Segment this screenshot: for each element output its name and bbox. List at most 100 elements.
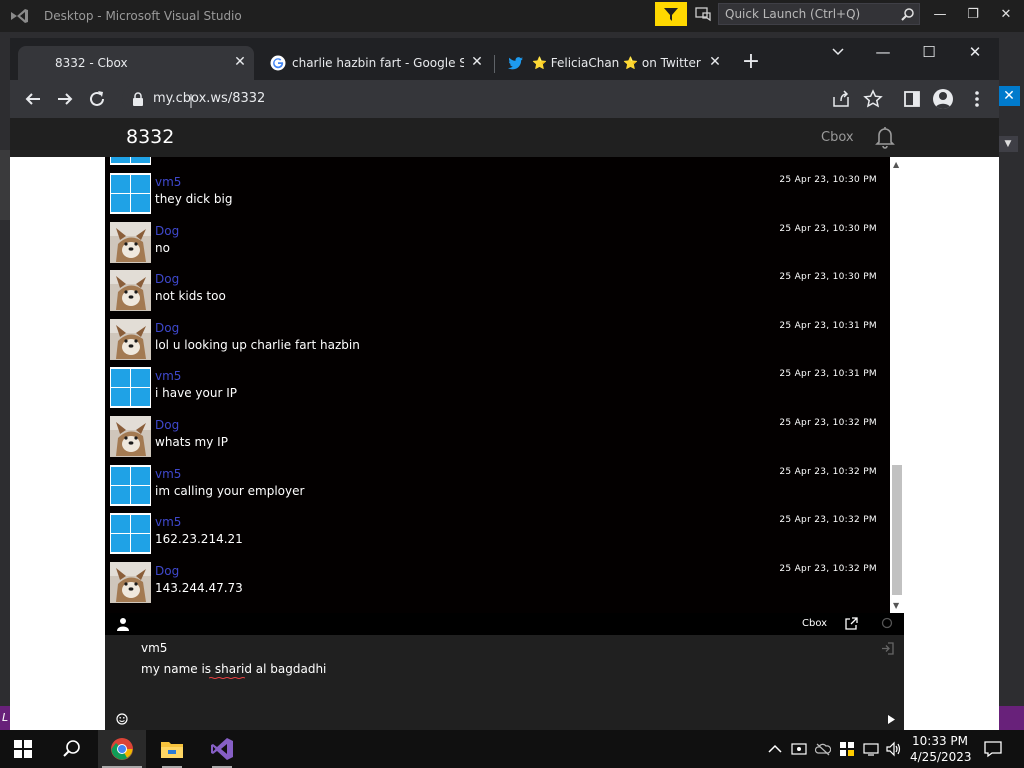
message-text: im calling your employer (155, 483, 305, 498)
scrollbar-thumb[interactable] (892, 465, 902, 595)
chrome-window: 8332 - Cbox ✕ charlie hazbin fart - Goog… (10, 38, 999, 730)
cbox-brand-link[interactable]: Cbox (821, 130, 854, 145)
tab-title: 8332 - Cbox (55, 56, 128, 70)
dog-avatar[interactable] (110, 270, 151, 312)
tab-strip: 8332 - Cbox ✕ charlie hazbin fart - Goog… (10, 38, 999, 80)
onedrive-icon[interactable] (815, 741, 831, 757)
message-username[interactable]: vm5 (155, 467, 181, 481)
message-username[interactable]: Dog (155, 418, 179, 432)
reload-icon[interactable] (86, 88, 108, 110)
message-username[interactable]: Dog (155, 321, 179, 335)
search-icon[interactable] (62, 739, 82, 759)
vs-notification-filter-button[interactable] (655, 2, 687, 26)
tab-google-search[interactable]: charlie hazbin fart - Google Search ✕ (258, 46, 488, 80)
vs-close-button[interactable]: ✕ (997, 6, 1015, 24)
user-icon[interactable] (117, 617, 129, 631)
tab-title: ⭐ FeliciaChan ⭐ on Twitter: "@ (532, 56, 702, 70)
vs-logo-icon (11, 9, 28, 23)
message-text: not kids too (155, 289, 226, 304)
dog-avatar[interactable] (110, 416, 151, 457)
tab-close-icon[interactable]: ✕ (232, 54, 248, 70)
vs-toolbox-strip[interactable] (0, 150, 10, 220)
chrome-maximize-button[interactable]: ☐ (917, 42, 941, 62)
tab-close-icon[interactable]: ✕ (469, 54, 485, 70)
security-icon[interactable] (839, 741, 855, 757)
dog-avatar[interactable] (110, 318, 151, 360)
windows-start-icon[interactable] (14, 740, 32, 758)
bell-icon[interactable] (873, 125, 897, 149)
browser-toolbar: my.cbox.ws/8332 (10, 80, 999, 118)
search-icon (901, 8, 914, 21)
login-icon[interactable] (881, 642, 894, 655)
chevron-up-icon[interactable] (767, 741, 783, 757)
message-timestamp: 25 Apr 23, 10:31 PM (779, 320, 877, 331)
message-username[interactable]: vm5 (155, 515, 181, 529)
chat-scrollbar[interactable]: ▲ ▼ (890, 157, 904, 613)
vs-quick-launch[interactable]: Quick Launch (Ctrl+Q) (718, 3, 920, 25)
windows-logo-avatar[interactable] (110, 513, 151, 555)
kebab-menu-icon[interactable] (967, 89, 987, 109)
folder-icon (161, 742, 183, 758)
vs-minimize-button[interactable]: — (931, 6, 949, 24)
message-timestamp: 25 Apr 23, 10:32 PM (779, 515, 877, 526)
refresh-icon[interactable] (881, 617, 893, 629)
vs-restore-button[interactable]: ❐ (964, 6, 982, 24)
bookmark-star-icon[interactable] (863, 89, 883, 109)
chat-message: Dog not kids too 25 Apr 23, 10:30 PM (105, 269, 885, 317)
address-bar[interactable]: my.cbox.ws/8332 (122, 84, 872, 114)
back-icon[interactable] (22, 88, 44, 110)
message-text: they dick big (155, 192, 233, 206)
popout-icon[interactable] (845, 617, 858, 630)
lock-icon[interactable] (132, 92, 144, 106)
tab-close-icon[interactable]: ✕ (707, 54, 723, 70)
chat-message: Dog 143.244.47.73 25 Apr 23, 10:32 PM (105, 561, 885, 609)
message-timestamp: 25 Apr 23, 10:32 PM (779, 418, 877, 428)
network-icon[interactable] (863, 741, 879, 757)
compose-area: vm5 my name is sharid al bagdadhi (105, 635, 904, 730)
chrome-close-button[interactable]: ✕ (963, 42, 987, 62)
notification-center-icon[interactable] (984, 740, 1002, 758)
chat-message-list[interactable]: vm5 they dick big 25 Apr 23, 10:30 PM Dog no… (105, 157, 904, 613)
vs-panel-close-button[interactable]: ✕ (998, 86, 1020, 106)
volume-icon[interactable] (886, 741, 902, 757)
scroll-up-icon[interactable]: ▲ (893, 160, 899, 169)
chrome-minimize-button[interactable]: — (871, 42, 895, 62)
vs-panel-dropdown[interactable]: ▼ (998, 136, 1018, 152)
taskbar-clock[interactable]: 10:33 PM 4/25/2023 (910, 733, 972, 765)
taskbar-visual-studio[interactable] (198, 730, 246, 768)
taskbar-chrome[interactable] (98, 730, 146, 768)
windows-logo-avatar[interactable] (110, 367, 151, 409)
dog-avatar[interactable] (110, 221, 151, 263)
tab-search-button[interactable] (826, 42, 850, 62)
tab-cbox[interactable]: 8332 - Cbox ✕ (18, 46, 254, 80)
feedback-icon[interactable] (694, 5, 712, 23)
meet-now-icon[interactable] (791, 741, 807, 757)
forward-icon[interactable] (54, 88, 76, 110)
cbox-footer-brand[interactable]: Cbox (802, 618, 827, 629)
dog-avatar[interactable] (110, 561, 151, 603)
chat-message: vm5 they dick big 25 Apr 23, 10:30 PM (105, 172, 885, 220)
scroll-down-icon[interactable]: ▼ (893, 601, 899, 610)
tab-twitter[interactable]: ⭐ FeliciaChan ⭐ on Twitter: "@ ✕ (496, 46, 726, 80)
taskbar-file-explorer[interactable] (148, 730, 196, 768)
message-username[interactable]: vm5 (155, 369, 181, 383)
message-username[interactable]: vm5 (155, 175, 181, 189)
share-icon[interactable] (831, 89, 851, 109)
profile-avatar[interactable] (933, 89, 953, 109)
message-timestamp: 25 Apr 23, 10:30 PM (779, 223, 877, 234)
chrome-icon (111, 738, 133, 760)
new-tab-button[interactable]: + (741, 51, 761, 73)
send-icon[interactable] (887, 715, 895, 724)
message-username[interactable]: Dog (155, 272, 179, 286)
windows-logo-avatar[interactable] (110, 173, 151, 214)
spellcheck-underline (209, 677, 245, 679)
emoji-icon[interactable] (116, 713, 128, 725)
message-username[interactable]: Dog (155, 564, 179, 578)
cbox-header: 8332 Cbox (10, 118, 999, 157)
visual-studio-icon (211, 738, 233, 760)
side-panel-icon[interactable] (902, 89, 922, 109)
windows-logo-avatar[interactable] (110, 464, 151, 506)
message-username[interactable]: Dog (155, 224, 179, 238)
compose-message-input[interactable]: my name is sharid al bagdadhi (141, 662, 326, 676)
compose-name-field[interactable]: vm5 (141, 641, 167, 655)
